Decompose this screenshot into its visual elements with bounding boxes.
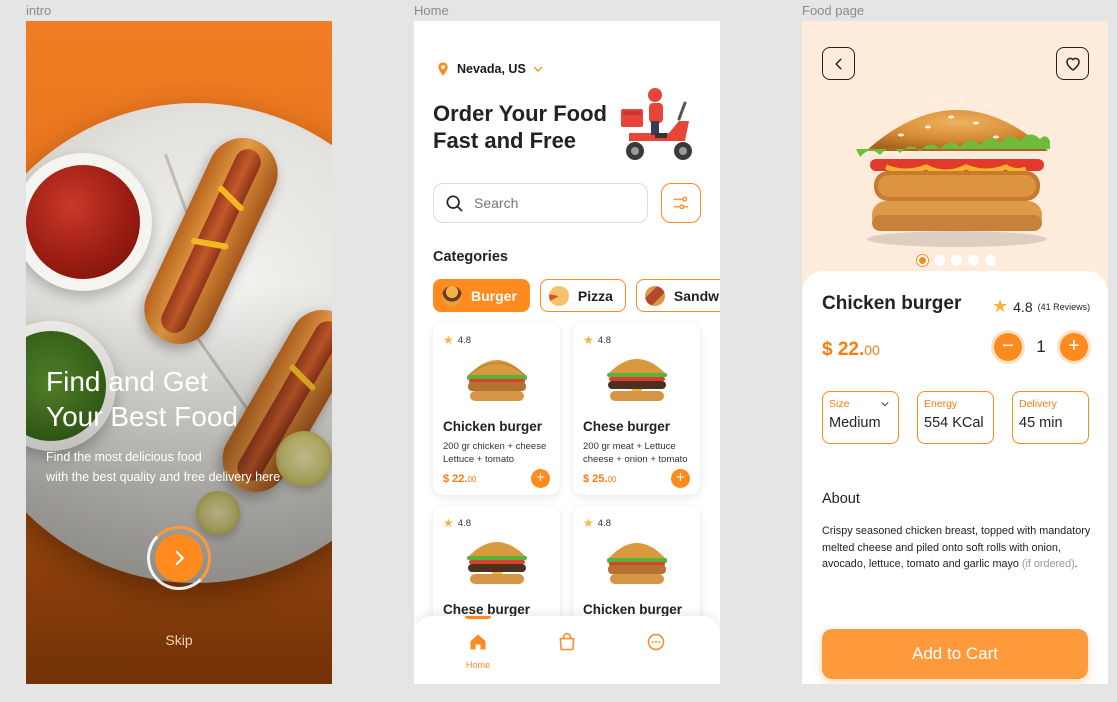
intro-title: Find and Get Your Best Food bbox=[46, 366, 238, 432]
category-chips: Burger Pizza Sandwich bbox=[433, 279, 720, 312]
chevron-down-icon bbox=[881, 402, 889, 407]
quantity-stepper: − 1 + bbox=[994, 333, 1088, 361]
bottom-nav: Home bbox=[414, 616, 720, 684]
frame-label-home: Home bbox=[414, 3, 449, 18]
burger-image bbox=[607, 543, 667, 584]
card-price: $ 22.00 bbox=[443, 473, 477, 485]
star-icon: ★ bbox=[583, 516, 594, 530]
star-icon: ★ bbox=[443, 333, 454, 347]
pizza-icon bbox=[548, 285, 569, 306]
image-carousel-dots bbox=[917, 255, 996, 266]
search-bar[interactable] bbox=[433, 183, 648, 223]
star-icon: ★ bbox=[443, 516, 454, 530]
filter-button[interactable] bbox=[661, 183, 701, 223]
search-input[interactable] bbox=[474, 195, 614, 211]
intro-subtitle: Find the most delicious food with the be… bbox=[46, 450, 281, 484]
category-chip-burger[interactable]: Burger bbox=[433, 279, 530, 312]
category-chip-sandwich[interactable]: Sandwich bbox=[635, 279, 720, 312]
back-button[interactable] bbox=[822, 47, 855, 80]
categories-title: Categories bbox=[433, 249, 508, 265]
nav-active-indicator bbox=[465, 616, 491, 619]
location-pin-icon bbox=[438, 62, 448, 76]
nav-bag[interactable] bbox=[547, 632, 587, 657]
carousel-dot[interactable] bbox=[951, 255, 962, 266]
card-name: Chese burger bbox=[443, 602, 531, 617]
burger-image bbox=[467, 360, 527, 401]
card-price: $ 25.00 bbox=[583, 473, 617, 485]
filter-icon bbox=[673, 196, 689, 210]
delivery-info: Delivery 45 min bbox=[1012, 391, 1089, 444]
review-count: (41 Reviews) bbox=[1037, 301, 1091, 312]
decrease-quantity-button[interactable]: − bbox=[994, 333, 1022, 361]
food-rating: ★ 4.8 (41 Reviews) bbox=[992, 296, 1091, 316]
frame-label-intro: intro bbox=[26, 3, 52, 18]
burger-image bbox=[467, 542, 527, 584]
carousel-dot[interactable] bbox=[985, 255, 996, 266]
intro-screen: Find and Get Your Best Food Find the mos… bbox=[26, 21, 332, 684]
nav-chat[interactable] bbox=[636, 632, 676, 657]
food-price: $ 22.00 bbox=[822, 339, 880, 360]
favorite-button[interactable] bbox=[1056, 47, 1089, 80]
location-label: Nevada, US bbox=[457, 62, 526, 76]
star-icon: ★ bbox=[583, 333, 594, 347]
search-icon bbox=[446, 195, 463, 212]
skip-link[interactable]: Skip bbox=[26, 632, 332, 648]
add-to-cart-button[interactable]: Add to Cart bbox=[822, 629, 1088, 679]
frame-label-food: Food page bbox=[802, 3, 865, 18]
chevron-right-icon bbox=[175, 550, 184, 566]
increase-quantity-button[interactable]: + bbox=[1060, 333, 1088, 361]
burger-image bbox=[607, 359, 667, 401]
card-name: Chicken burger bbox=[583, 602, 683, 617]
chevron-down-icon bbox=[533, 66, 542, 72]
burger-icon bbox=[442, 285, 462, 306]
carousel-dot[interactable] bbox=[968, 255, 979, 266]
quantity-value: 1 bbox=[1036, 337, 1046, 356]
chat-icon bbox=[647, 633, 665, 651]
home-icon bbox=[470, 634, 486, 650]
rating: ★ 4.8 bbox=[443, 516, 471, 530]
food-card[interactable]: ★ 4.8 Chese burger 200 gr meat + Lettuce … bbox=[573, 323, 700, 495]
rating: ★ 4.8 bbox=[583, 333, 611, 347]
heart-icon bbox=[1065, 57, 1080, 71]
card-name: Chicken burger bbox=[443, 419, 543, 434]
star-icon: ★ bbox=[992, 296, 1009, 316]
food-name: Chicken burger bbox=[822, 293, 962, 314]
home-screen: Nevada, US Order Your Food Fast and Free… bbox=[414, 21, 720, 684]
size-selector[interactable]: Size Medium bbox=[822, 391, 899, 444]
about-title: About bbox=[822, 491, 860, 507]
card-description: 200 gr meat + Lettuce cheese + onion + t… bbox=[583, 441, 688, 465]
energy-info: Energy 554 KCal bbox=[917, 391, 994, 444]
nav-home[interactable]: Home bbox=[458, 632, 498, 670]
card-name: Chese burger bbox=[583, 419, 671, 434]
next-button[interactable] bbox=[155, 534, 203, 582]
carousel-dot[interactable] bbox=[934, 255, 945, 266]
add-to-cart-button[interactable]: + bbox=[671, 469, 690, 488]
carousel-dot[interactable] bbox=[917, 255, 928, 266]
rating: ★ 4.8 bbox=[443, 333, 471, 347]
about-text: Crispy seasoned chicken breast, topped w… bbox=[822, 525, 1091, 570]
bag-icon bbox=[559, 633, 575, 651]
location-selector[interactable]: Nevada, US bbox=[435, 61, 544, 77]
category-chip-pizza[interactable]: Pizza bbox=[539, 279, 626, 312]
rating: ★ 4.8 bbox=[583, 516, 611, 530]
delivery-scooter-illustration bbox=[621, 88, 692, 160]
add-to-cart-button[interactable]: + bbox=[531, 469, 550, 488]
food-detail-screen: Chicken burger ★ 4.8 (41 Reviews) $ 22.0… bbox=[802, 21, 1108, 684]
chevron-left-icon bbox=[834, 58, 841, 69]
chicken-burger-image bbox=[856, 95, 1050, 247]
hotdog-icon bbox=[644, 285, 665, 306]
detail-sheet: Chicken burger ★ 4.8 (41 Reviews) $ 22.0… bbox=[802, 271, 1108, 684]
food-card[interactable]: ★ 4.8 Chicken burger 200 gr chicken + che… bbox=[433, 323, 560, 495]
home-title: Order Your Food Fast and Free bbox=[433, 101, 607, 153]
card-description: 200 gr chicken + cheese Lettuce + tomato bbox=[443, 441, 547, 465]
